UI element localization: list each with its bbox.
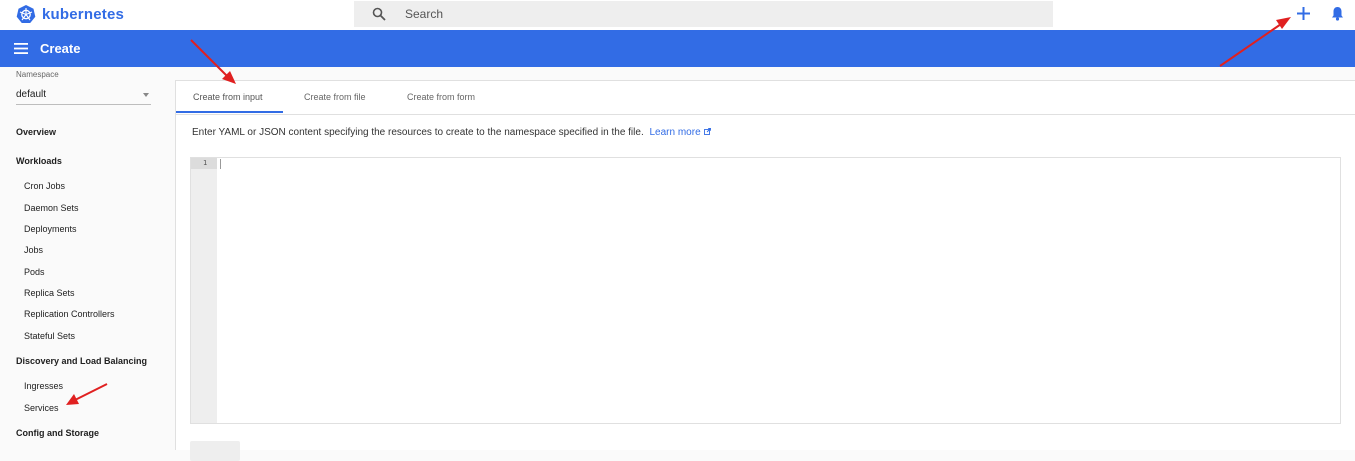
- create-card: Create from input Create from file Creat…: [175, 80, 1355, 461]
- kubernetes-logo-icon: [16, 5, 36, 23]
- upload-button[interactable]: [190, 441, 240, 461]
- sidebar-item-stateful-sets[interactable]: Stateful Sets: [24, 331, 75, 341]
- namespace-select[interactable]: default: [16, 86, 151, 105]
- learn-more-link[interactable]: Learn more: [650, 127, 711, 138]
- notifications-icon[interactable]: [1331, 6, 1344, 21]
- external-link-icon: [703, 128, 711, 135]
- sidebar-item-daemon-sets[interactable]: Daemon Sets: [24, 203, 79, 213]
- sidebar-item-overview[interactable]: Overview: [16, 127, 56, 137]
- top-bar: kubernetes: [0, 0, 1355, 30]
- learn-more-label: Learn more: [649, 127, 701, 138]
- sidebar-item-workloads[interactable]: Workloads: [16, 156, 62, 166]
- search-input[interactable]: [403, 6, 1007, 22]
- sidebar-item-replica-sets[interactable]: Replica Sets: [24, 288, 75, 298]
- sidebar-item-replication-controllers[interactable]: Replication Controllers: [24, 309, 115, 319]
- editor-gutter: 1: [191, 158, 217, 423]
- search-bar[interactable]: [354, 1, 1053, 27]
- sidebar-item-ingresses[interactable]: Ingresses: [24, 381, 63, 391]
- sidebar-item-deployments[interactable]: Deployments: [24, 224, 77, 234]
- namespace-value: default: [16, 89, 47, 100]
- cancel-button[interactable]: [256, 448, 286, 454]
- sidebar-item-pods[interactable]: Pods: [24, 267, 45, 277]
- chevron-down-icon: [143, 93, 149, 97]
- sidebar-item-services[interactable]: Services: [24, 403, 59, 413]
- description: Enter YAML or JSON content specifying th…: [192, 127, 711, 138]
- yaml-editor[interactable]: 1: [190, 157, 1341, 424]
- line-number: 1: [203, 159, 208, 167]
- sidebar-item-discovery[interactable]: Discovery and Load Balancing: [16, 356, 147, 366]
- page-title: Create: [40, 41, 81, 56]
- description-text: Enter YAML or JSON content specifying th…: [192, 127, 644, 138]
- text-cursor: [220, 159, 221, 169]
- tab-create-from-form[interactable]: Create from form: [407, 92, 475, 102]
- tab-create-from-file[interactable]: Create from file: [304, 92, 366, 102]
- sidebar: Namespace default Overview Workloads Cro…: [0, 67, 166, 450]
- sidebar-item-jobs[interactable]: Jobs: [24, 245, 43, 255]
- search-icon: [372, 7, 386, 21]
- sidebar-item-config-storage[interactable]: Config and Storage: [16, 428, 99, 438]
- kubernetes-logo[interactable]: kubernetes: [16, 4, 124, 24]
- app-name: kubernetes: [42, 5, 125, 23]
- sidebar-item-cron-jobs[interactable]: Cron Jobs: [24, 181, 65, 191]
- namespace-label: Namespace: [16, 70, 59, 79]
- tab-create-from-input[interactable]: Create from input: [193, 92, 263, 102]
- active-tab-indicator: [176, 111, 283, 113]
- add-icon[interactable]: [1297, 7, 1310, 20]
- menu-icon[interactable]: [14, 43, 28, 54]
- title-bar: Create: [0, 30, 1355, 67]
- tab-bar: Create from input Create from file Creat…: [176, 81, 1355, 115]
